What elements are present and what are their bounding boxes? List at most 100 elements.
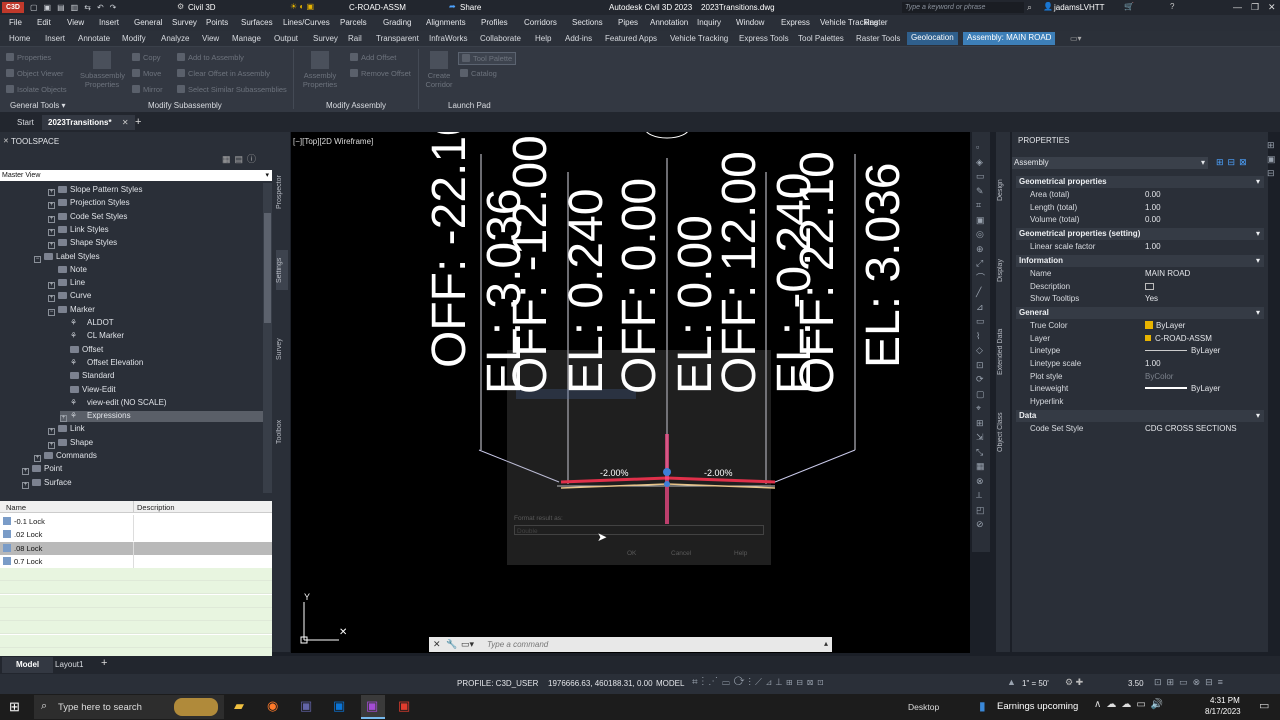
collapse-icon[interactable]: −: [34, 255, 41, 263]
restore-icon[interactable]: ❐: [1251, 2, 1259, 13]
ribbon-catalog[interactable]: Catalog: [460, 69, 497, 78]
subassembly-properties-button[interactable]: Subassembly Properties: [80, 51, 125, 89]
ribbon-tool-palette[interactable]: Tool Palette: [458, 52, 517, 65]
tree-item[interactable]: Note: [48, 265, 87, 274]
props-tab-display[interactable]: Display: [997, 256, 1009, 286]
property-value[interactable]: ByLayer: [1145, 320, 1185, 330]
menu-item-insert[interactable]: Insert: [99, 18, 119, 27]
property-value[interactable]: ByLayer: [1145, 346, 1220, 355]
ribbon-minimize-icon[interactable]: ▭▾: [1070, 34, 1082, 43]
list-row[interactable]: 0.7 Lock: [0, 554, 272, 568]
ribbon-general-tool-0[interactable]: Properties: [6, 53, 51, 62]
ribbon-tab-output[interactable]: Output: [274, 34, 298, 43]
ribbon-tab-add-ins[interactable]: Add-ins: [565, 34, 592, 43]
property-category[interactable]: General ▾: [1016, 306, 1264, 319]
menu-item-surfaces[interactable]: Surfaces: [241, 18, 273, 27]
quick-access-icons[interactable]: ▢▣▤▥⇆↶↷: [30, 3, 170, 12]
menu-item-alignments[interactable]: Alignments: [426, 18, 466, 27]
menu-item-raster[interactable]: Raster: [864, 18, 888, 27]
menu-item-grading[interactable]: Grading: [383, 18, 411, 27]
column-header-name[interactable]: Name: [6, 503, 26, 512]
minimize-icon[interactable]: —: [1233, 2, 1242, 12]
tree-item[interactable]: ⚘ ALDOT: [60, 318, 114, 327]
ribbon-mirror[interactable]: Mirror: [132, 85, 163, 94]
close-icon[interactable]: ✕: [1268, 2, 1276, 13]
command-recent-icon[interactable]: ▭▾: [461, 639, 474, 650]
autocad-icon[interactable]: ▣: [398, 698, 410, 714]
property-category[interactable]: Information ▾: [1016, 254, 1264, 267]
props-tab-extended[interactable]: Extended Data: [997, 322, 1009, 382]
property-value[interactable]: C-ROAD-ASSM: [1145, 334, 1212, 343]
ribbon-tab-manage[interactable]: Manage: [232, 34, 261, 43]
tree-item[interactable]: ⚘ Offset Elevation: [60, 358, 143, 367]
menu-item-survey[interactable]: Survey: [172, 18, 197, 27]
column-header-description[interactable]: Description: [137, 503, 175, 512]
command-line[interactable]: ✕ 🔧 ▭▾ Type a command ▴: [429, 637, 832, 652]
status-gear-icon[interactable]: ⚙ ✚: [1065, 677, 1083, 688]
notification-icon[interactable]: ▭: [1259, 699, 1269, 712]
tree-item[interactable]: + Link: [48, 424, 85, 436]
props-tab-design[interactable]: Design: [997, 176, 1009, 204]
workspace-icon[interactable]: ⚙: [177, 2, 184, 11]
ribbon-move[interactable]: Move: [132, 69, 161, 78]
status-space[interactable]: MODEL: [656, 679, 684, 688]
status-scale-icon[interactable]: ▲: [1007, 677, 1016, 687]
command-settings-icon[interactable]: 🔧: [446, 639, 457, 650]
drawing-viewport[interactable]: [−][Top][2D Wireframe] Y ✕ OFF: -22.10 E…: [291, 132, 970, 653]
tree-scrollbar[interactable]: [263, 183, 272, 493]
expand-icon[interactable]: +: [60, 415, 67, 423]
property-value[interactable]: 1.00: [1145, 359, 1161, 368]
property-value[interactable]: 0.00: [1145, 215, 1161, 224]
ribbon-tab-express-tools[interactable]: Express Tools: [739, 34, 789, 43]
props-tab-object-class[interactable]: Object Class: [997, 407, 1009, 457]
dialog-ok-button[interactable]: OK: [627, 550, 636, 557]
ribbon-tab-raster-tools[interactable]: Raster Tools: [856, 34, 900, 43]
tree-item[interactable]: + Projection Styles: [48, 198, 130, 210]
expand-icon[interactable]: +: [48, 441, 55, 449]
tree-item[interactable]: + Commands: [34, 451, 97, 462]
taskbar-date[interactable]: 8/17/2023: [1205, 707, 1241, 716]
tab-layout1[interactable]: Layout1: [55, 660, 83, 669]
right-edge-icons[interactable]: ⊞ ▣ ⊟: [1267, 138, 1279, 180]
property-value[interactable]: MAIN ROAD: [1145, 269, 1190, 278]
create-corridor-button[interactable]: Create Corridor: [421, 51, 457, 89]
ribbon-tab-featured-apps[interactable]: Featured Apps: [605, 34, 657, 43]
side-tab-prospector[interactable]: Prospector: [276, 170, 288, 214]
property-value[interactable]: ByColor: [1145, 372, 1173, 381]
tab-start[interactable]: Start: [17, 118, 34, 127]
side-tab-settings[interactable]: Settings: [276, 250, 288, 290]
dialog-help-button[interactable]: Help: [734, 550, 747, 557]
layer-dropdown[interactable]: C-ROAD-ASSM: [349, 3, 406, 12]
share-icon[interactable]: ➦: [449, 2, 456, 11]
ribbon-tab-insert[interactable]: Insert: [45, 34, 65, 43]
property-value[interactable]: Yes: [1145, 294, 1158, 303]
property-value[interactable]: 1.00: [1145, 242, 1161, 251]
taskbar-time[interactable]: 4:31 PM: [1210, 696, 1240, 705]
tree-item[interactable]: + Curve: [48, 291, 91, 303]
property-value[interactable]: 0.00: [1145, 190, 1161, 199]
ribbon-general-tool-2[interactable]: Isolate Objects: [6, 85, 67, 94]
tree-scroll-thumb[interactable]: [264, 213, 271, 323]
menu-item-corridors[interactable]: Corridors: [524, 18, 557, 27]
tab-model[interactable]: Model: [2, 657, 54, 673]
expand-icon[interactable]: +: [48, 202, 55, 210]
new-tab-icon[interactable]: +: [135, 116, 141, 128]
property-category[interactable]: Data ▾: [1016, 409, 1264, 422]
ribbon-add-offset[interactable]: Add Offset: [350, 53, 396, 62]
teams-icon[interactable]: ▣: [300, 698, 312, 714]
command-scroll-icon[interactable]: ▴: [824, 639, 828, 648]
expand-icon[interactable]: +: [48, 295, 55, 303]
collapse-icon[interactable]: −: [48, 308, 55, 316]
status-right-icons[interactable]: ⊡⊞▭⊗⊟≡: [1154, 677, 1228, 688]
ribbon-tab-annotate[interactable]: Annotate: [78, 34, 110, 43]
expand-icon[interactable]: +: [48, 228, 55, 236]
description-edit-icon[interactable]: [1145, 282, 1154, 290]
taskbar-desktop[interactable]: Desktop: [908, 702, 939, 712]
product-name[interactable]: Civil 3D: [188, 3, 216, 12]
ribbon-tab-vehicle-tracking[interactable]: Vehicle Tracking: [670, 34, 728, 43]
user-icon[interactable]: 👤: [1043, 2, 1053, 11]
expand-icon[interactable]: +: [34, 455, 41, 462]
tree-item[interactable]: ⚘ CL Marker: [60, 331, 124, 340]
file-explorer-icon[interactable]: ▰: [234, 698, 244, 714]
master-view-select[interactable]: Master View ▾: [0, 170, 272, 181]
